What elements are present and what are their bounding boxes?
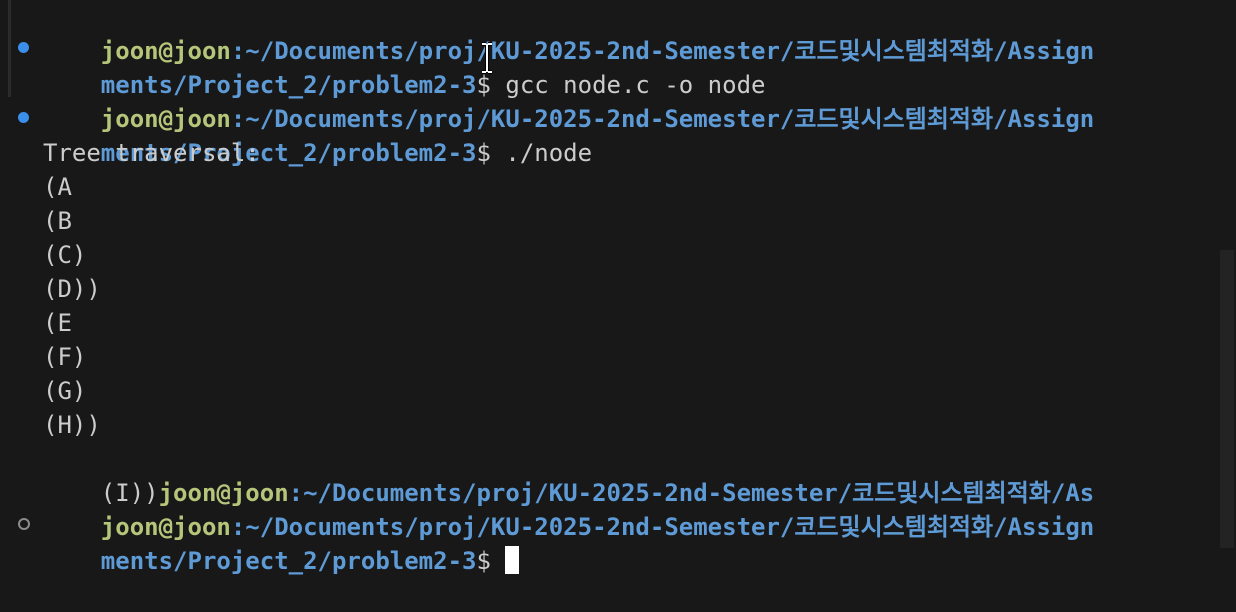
output-line: (A bbox=[43, 173, 72, 201]
command-text: ./node bbox=[490, 139, 593, 167]
output-line: (D)) bbox=[43, 275, 101, 303]
circle-hollow-icon[interactable] bbox=[18, 518, 30, 530]
circle-filled-icon[interactable] bbox=[18, 42, 29, 53]
gutter-scroll-marker bbox=[8, 0, 11, 97]
prompt-symbol: $ bbox=[476, 139, 491, 167]
text-ibeam-icon bbox=[482, 42, 492, 74]
scrollbar-thumb[interactable] bbox=[1220, 250, 1234, 548]
prompt-line: ments/Project_2/problem2-3$ ./node bbox=[43, 102, 592, 167]
output-line: (H)) bbox=[43, 411, 101, 439]
prompt-symbol: $ bbox=[476, 547, 491, 575]
output-line: (F) bbox=[43, 343, 87, 371]
output-line: (G) bbox=[43, 377, 87, 405]
prompt-line: joon@joon:~/Documents/proj/KU-2025-2nd-S… bbox=[43, 476, 1094, 541]
prompt-line: joon@joon:~/Documents/proj/KU-2025-2nd-S… bbox=[43, 68, 1094, 133]
output-line: Tree traversal: bbox=[43, 139, 260, 167]
output-line: (B bbox=[43, 207, 72, 235]
scrollbar[interactable] bbox=[1218, 0, 1236, 548]
output-line: (I))joon@joon:~/Documents/proj/KU-2025-2… bbox=[43, 442, 1094, 507]
output-line: (C) bbox=[43, 241, 87, 269]
output-line: (E bbox=[43, 309, 72, 337]
prompt-line: joon@joon:~/Documents/proj/KU-2025-2nd-S… bbox=[43, 0, 1094, 65]
circle-filled-icon[interactable] bbox=[18, 112, 29, 123]
prompt-path: ments/Project_2/problem2-3 bbox=[100, 547, 477, 575]
prompt-line: ments/Project_2/problem2-3$ gcc node.c -… bbox=[43, 34, 766, 99]
prompt-line[interactable]: ments/Project_2/problem2-3$ bbox=[43, 510, 520, 575]
terminal-panel[interactable]: joon@joon:~/Documents/proj/KU-2025-2nd-S… bbox=[0, 0, 1236, 575]
terminal-cursor bbox=[505, 546, 520, 574]
